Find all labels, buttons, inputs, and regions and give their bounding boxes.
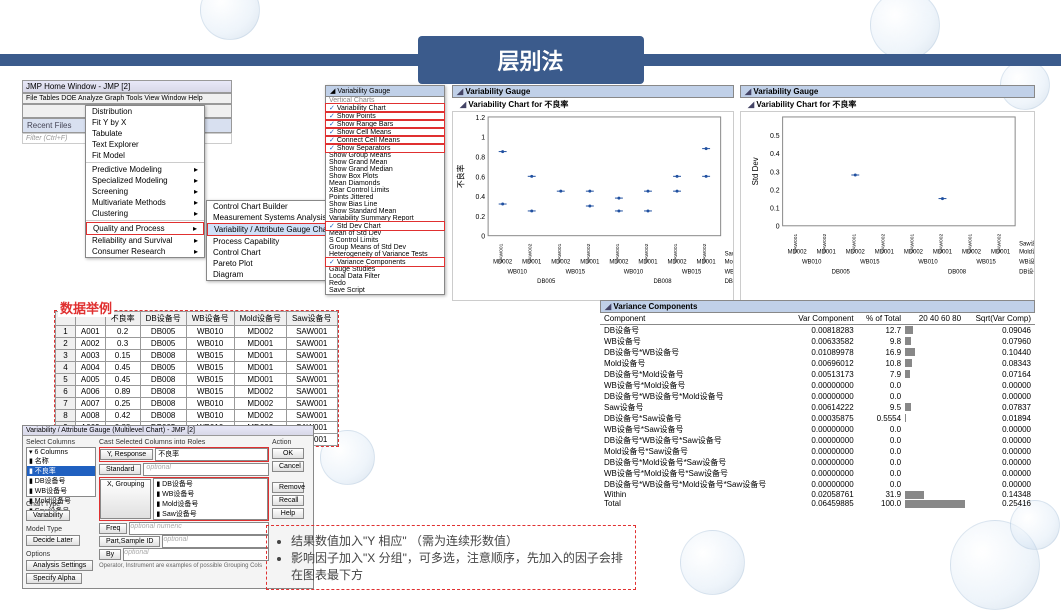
menu-bar[interactable]: File Tables DOE Analyze Graph Tools View…	[22, 93, 232, 104]
svg-text:MD002: MD002	[609, 259, 628, 265]
svg-text:0.3: 0.3	[770, 169, 780, 176]
svg-text:0.6: 0.6	[476, 174, 486, 181]
variability-chart-2: ◢ Variability Gauge ◢ Variability Chart …	[740, 85, 1035, 301]
svg-text:WB设备号: WB设备号	[1019, 257, 1034, 265]
svg-text:MD002: MD002	[788, 249, 807, 255]
svg-text:MD002: MD002	[962, 249, 981, 255]
specify-alpha[interactable]: Specify Alpha	[26, 573, 82, 584]
help-button[interactable]: Help	[272, 508, 304, 519]
svg-text:MD001: MD001	[522, 259, 541, 265]
svg-text:0: 0	[481, 234, 485, 241]
svg-text:DB设备号: DB设备号	[725, 277, 733, 285]
svg-text:Saw设备号: Saw设备号	[725, 249, 733, 257]
svg-text:0.2: 0.2	[476, 214, 486, 221]
variance-components-table: ◢ Variance Components ComponentVar Compo…	[600, 300, 1035, 508]
svg-text:MD001: MD001	[638, 259, 657, 265]
chart-type-select[interactable]: Variability	[26, 510, 70, 521]
analyze-menu[interactable]: DistributionFit Y by XTabulateText Explo…	[85, 105, 205, 258]
svg-text:MD001: MD001	[817, 249, 836, 255]
instruction-note: 结果数值加入"Y 相应" （需为连续形数值）影响因子加入"X 分组"，可多选，注…	[266, 525, 636, 590]
svg-text:MD001: MD001	[580, 259, 599, 265]
svg-text:0.4: 0.4	[770, 151, 780, 158]
svg-text:1: 1	[481, 135, 485, 142]
variability-options-menu[interactable]: ◢ Variability GaugeVertical ChartsVariab…	[325, 85, 445, 295]
action-label: Action	[272, 439, 310, 446]
options-label: Options	[26, 551, 96, 558]
dialog-title: Variability / Attribute Gauge (Multileve…	[23, 426, 313, 436]
ok-button[interactable]: OK	[272, 448, 304, 459]
select-cols-label: Select Columns	[26, 439, 96, 446]
window-title: JMP Home Window - JMP [2]	[22, 80, 232, 93]
svg-text:DB008: DB008	[948, 269, 967, 275]
svg-text:0.4: 0.4	[476, 194, 486, 201]
by-btn[interactable]: By	[99, 549, 121, 560]
svg-text:1.2: 1.2	[476, 115, 486, 122]
analysis-settings[interactable]: Analysis Settings	[26, 560, 93, 571]
svg-text:WB010: WB010	[624, 269, 644, 275]
svg-text:MD002: MD002	[551, 259, 570, 265]
variability-chart-1: ◢ Variability Gauge ◢ Variability Chart …	[452, 85, 734, 301]
model-type-label: Model Type	[26, 526, 96, 533]
svg-text:0: 0	[776, 224, 780, 231]
svg-text:Mold设备号: Mold设备号	[725, 257, 733, 265]
svg-text:WB设备号: WB设备号	[725, 267, 733, 275]
title-bar: 层别法	[0, 36, 1061, 84]
svg-text:0.1: 0.1	[770, 206, 780, 213]
standard-btn[interactable]: Standard	[99, 464, 141, 475]
svg-text:WB010: WB010	[802, 259, 822, 265]
svg-text:DB005: DB005	[832, 269, 851, 275]
svg-text:WB015: WB015	[860, 259, 880, 265]
svg-text:0.2: 0.2	[770, 187, 780, 194]
svg-text:MD002: MD002	[667, 259, 686, 265]
svg-text:MD002: MD002	[493, 259, 512, 265]
freq-btn[interactable]: Freq	[99, 523, 127, 534]
svg-text:Std Dev: Std Dev	[751, 157, 760, 185]
svg-text:MD002: MD002	[846, 249, 865, 255]
columns-list[interactable]: ▾ 6 Columns▮ 名称▮ 不良率▮ DB设备号▮ WB设备号▮ Mold…	[26, 447, 96, 497]
svg-text:Mold设备号: Mold设备号	[1019, 247, 1034, 255]
model-type-select[interactable]: Decide Later	[26, 535, 80, 546]
svg-text:DB设备号: DB设备号	[1019, 267, 1034, 275]
svg-text:MD001: MD001	[697, 259, 716, 265]
recall-button[interactable]: Recall	[272, 495, 304, 506]
cancel-button[interactable]: Cancel	[272, 461, 304, 472]
svg-text:MD001: MD001	[875, 249, 894, 255]
svg-text:MD001: MD001	[991, 249, 1010, 255]
x-grouping-btn[interactable]: X, Grouping	[100, 479, 151, 519]
data-example-label: 数据举例	[58, 298, 114, 317]
svg-text:DB008: DB008	[653, 279, 672, 285]
svg-text:0.8: 0.8	[476, 154, 486, 161]
svg-text:WB010: WB010	[918, 259, 938, 265]
y-response-btn[interactable]: Y, Response	[100, 449, 153, 460]
svg-text:WB010: WB010	[507, 269, 527, 275]
svg-text:WB015: WB015	[566, 269, 586, 275]
svg-text:WB015: WB015	[976, 259, 996, 265]
svg-text:MD002: MD002	[904, 249, 923, 255]
svg-text:Saw设备号: Saw设备号	[1019, 240, 1034, 248]
part-btn[interactable]: Part,Sample ID	[99, 536, 160, 547]
svg-text:不良率: 不良率	[455, 164, 465, 188]
remove-button[interactable]: Remove	[272, 482, 304, 493]
cast-label: Cast Selected Columns into Roles	[99, 439, 269, 446]
svg-text:WB015: WB015	[682, 269, 702, 275]
page-title: 层别法	[418, 36, 644, 84]
x-grouping-list[interactable]: ▮ DB设备号▮ WB设备号▮ Mold设备号▮ Saw设备号	[153, 478, 268, 520]
svg-text:MD001: MD001	[933, 249, 952, 255]
svg-text:DB005: DB005	[537, 279, 556, 285]
svg-text:0.5: 0.5	[770, 133, 780, 140]
